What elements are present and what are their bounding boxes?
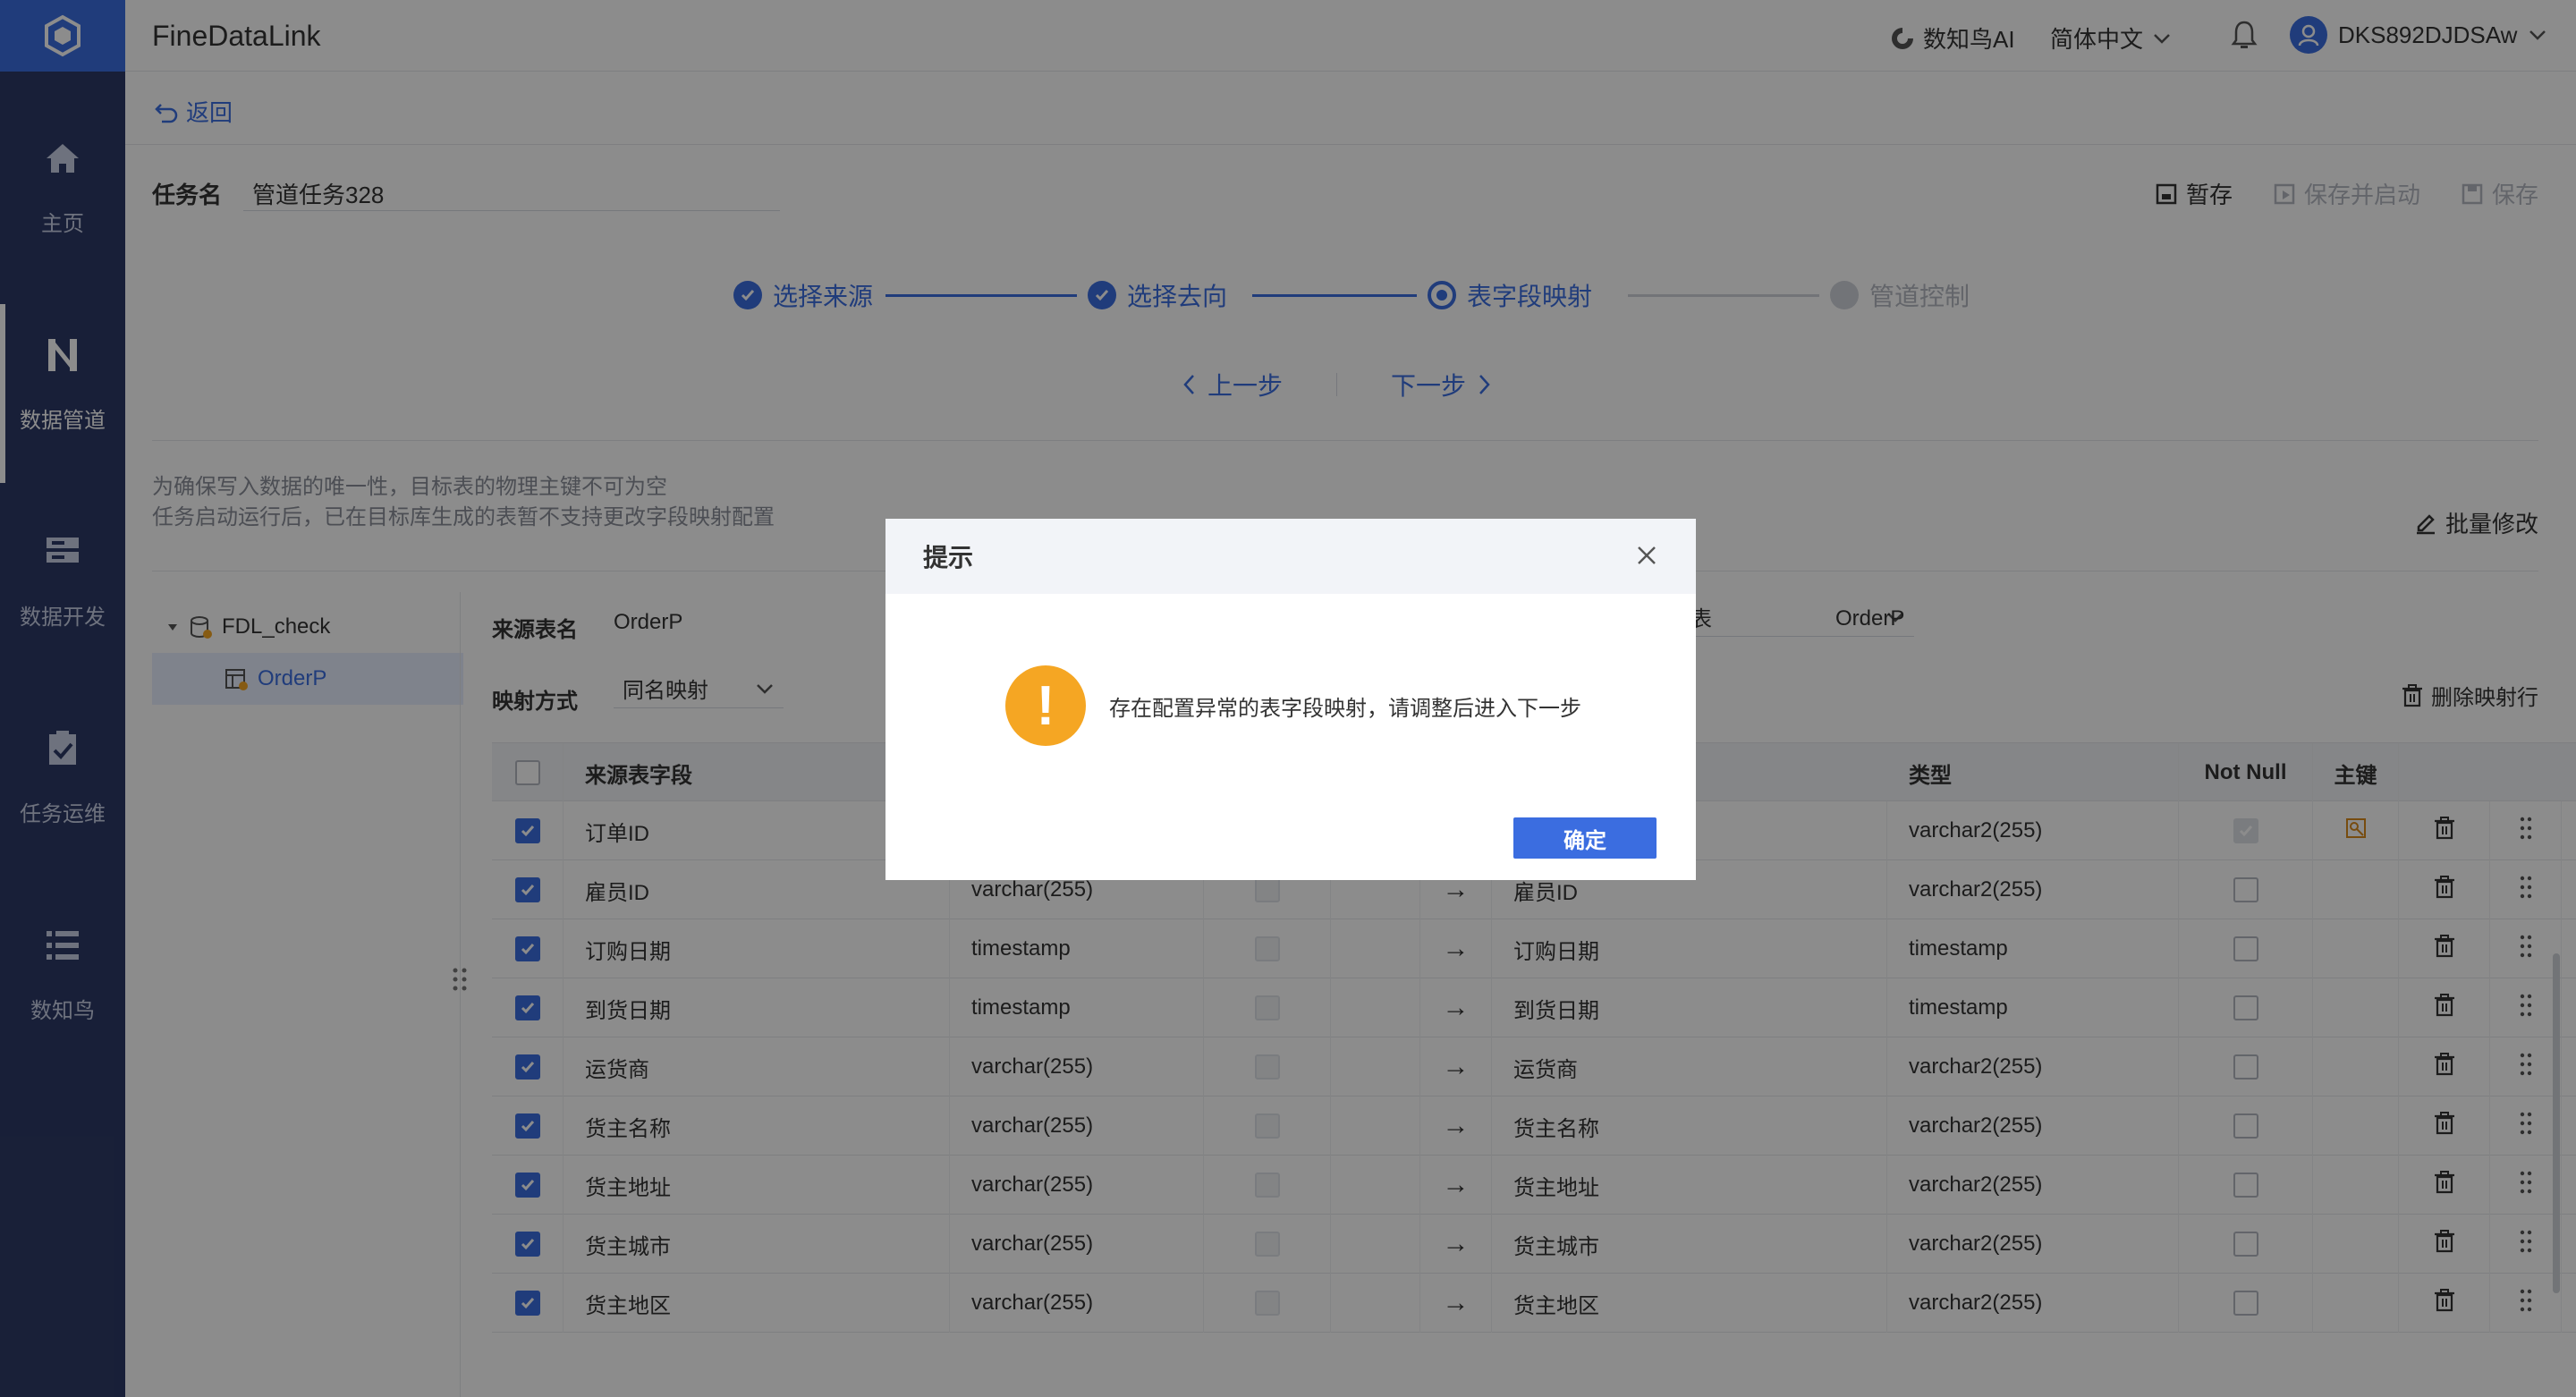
- dialog-message: 存在配置异常的表字段映射，请调整后进入下一步: [1109, 696, 1581, 721]
- confirm-button[interactable]: 确定: [1513, 817, 1657, 859]
- alert-dialog: 提示 ! 存在配置异常的表字段映射，请调整后进入下一步 确定: [886, 519, 1696, 880]
- dialog-header: 提示: [886, 519, 1696, 594]
- warning-icon: !: [1005, 665, 1086, 746]
- dialog-body: ! 存在配置异常的表字段映射，请调整后进入下一步: [1005, 665, 1581, 746]
- dialog-title: 提示: [923, 544, 974, 572]
- close-button[interactable]: [1635, 544, 1658, 573]
- close-icon: [1638, 546, 1656, 564]
